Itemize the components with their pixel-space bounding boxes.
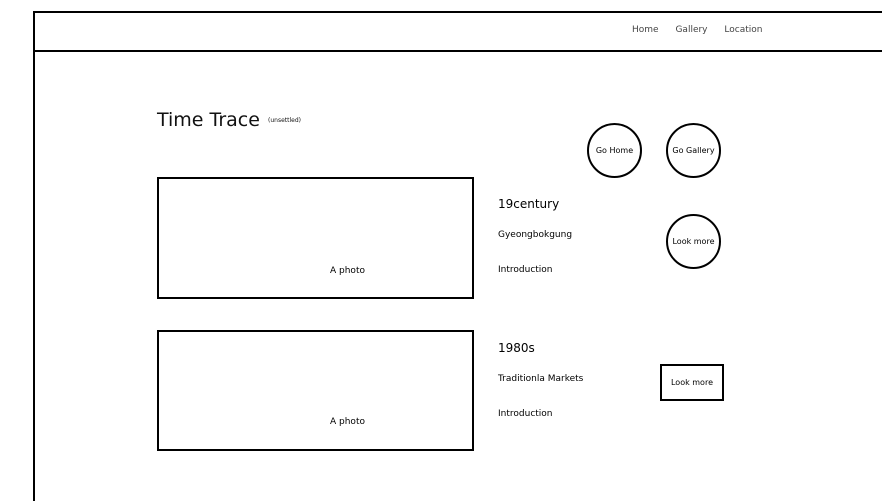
entry-2-look-more-button[interactable]: Look more xyxy=(660,364,724,401)
entry-1-place: Gyeongbokgung xyxy=(498,230,573,240)
go-home-label: Go Home xyxy=(595,146,634,155)
entry-2-era: 1980s xyxy=(498,341,535,355)
go-home-button[interactable]: Go Home xyxy=(587,123,642,178)
page-title: Time Trace (unsettled) xyxy=(157,109,301,131)
entry-1-photo xyxy=(157,177,474,299)
go-gallery-label: Go Gallery xyxy=(672,146,715,155)
page-title-subtitle: (unsettled) xyxy=(268,117,301,124)
entry-1-look-more-label: Look more xyxy=(672,237,715,246)
page-title-text: Time Trace xyxy=(157,109,260,131)
entry-2-place: Traditionla Markets xyxy=(498,374,584,384)
entry-1-introduction: Introduction xyxy=(498,265,553,275)
nav-gallery-link[interactable]: Gallery xyxy=(675,25,707,35)
nav-location-link[interactable]: Location xyxy=(724,25,762,35)
entry-1-era: 19century xyxy=(498,197,560,211)
entry-2-photo-label: A photo xyxy=(330,417,365,427)
nav-home-link[interactable]: Home xyxy=(632,25,659,35)
entry-2-introduction: Introduction xyxy=(498,409,553,419)
go-gallery-button[interactable]: Go Gallery xyxy=(666,123,721,178)
entry-1-look-more-button[interactable]: Look more xyxy=(666,214,721,269)
entry-2-look-more-label: Look more xyxy=(670,378,713,387)
entry-2-photo xyxy=(157,330,474,451)
top-nav: Home Gallery Location xyxy=(632,25,776,35)
entry-1-photo-label: A photo xyxy=(330,266,365,276)
